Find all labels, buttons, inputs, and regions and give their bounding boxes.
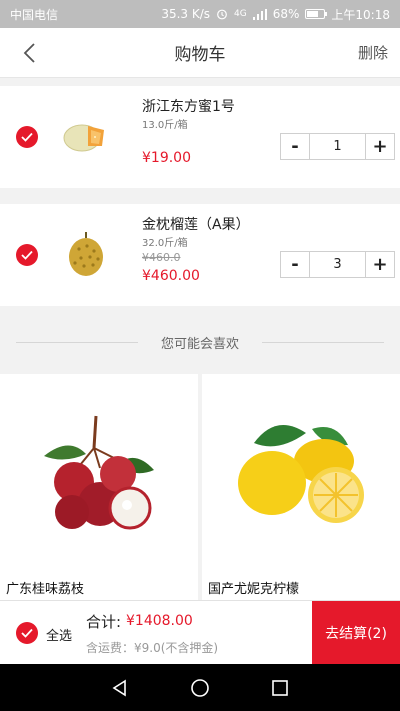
product-price: ¥19.00 — [142, 150, 191, 166]
item-checkbox[interactable] — [16, 244, 38, 266]
checkout-button[interactable]: 去结算(2) — [312, 601, 400, 665]
lychee-image — [44, 415, 154, 530]
product-image[interactable] — [202, 374, 400, 572]
chevron-left-icon — [23, 43, 35, 63]
page-title: 购物车 — [174, 45, 226, 65]
back-button[interactable] — [16, 40, 42, 66]
quantity-stepper: - 1 + — [280, 133, 395, 160]
battery-icon — [305, 9, 328, 19]
recommend-card[interactable]: 国产尤妮克柠檬 — [202, 374, 400, 604]
original-price: ¥460.0 — [142, 251, 181, 264]
increase-button[interactable]: + — [366, 134, 394, 159]
durian-image — [69, 232, 103, 276]
battery-percent: 68% — [272, 7, 300, 21]
item-checkbox[interactable] — [16, 126, 38, 148]
recents-square-icon[interactable] — [271, 679, 289, 697]
checkout-bar: 全选 合计: ¥1408.00 含运费：¥9.0(不含押金) 去结算(2) — [0, 600, 400, 665]
product-spec: 13.0斤/箱 — [142, 120, 188, 131]
product-name[interactable]: 金枕榴莲（A果） — [142, 214, 250, 234]
clock: 上午10:18 — [331, 7, 390, 22]
alarm-icon — [217, 9, 227, 20]
increase-button[interactable]: + — [366, 252, 394, 277]
checkmark-icon — [21, 628, 33, 638]
quantity-stepper: - 3 + — [280, 251, 395, 278]
divider — [16, 342, 138, 343]
select-all-label[interactable]: 全选 — [46, 625, 72, 644]
signal-label: 4G — [234, 9, 247, 19]
carrier-name: 中国电信 — [10, 7, 59, 22]
select-all-checkbox[interactable] — [16, 622, 38, 644]
quantity-value[interactable]: 3 — [309, 252, 366, 277]
recommend-title: 您可能会喜欢 — [150, 332, 249, 352]
total-amount: ¥1408.00 — [126, 613, 193, 629]
checkmark-icon — [21, 132, 33, 142]
recommend-header: 您可能会喜欢 — [0, 318, 400, 366]
decrease-button[interactable]: - — [281, 252, 309, 277]
divider — [262, 342, 384, 343]
status-bar: 中国电信 35.3 K/s 4G 68% 上午10:18 — [0, 0, 400, 28]
product-price: ¥460.00 — [142, 268, 200, 284]
lemon-image — [238, 425, 364, 523]
quantity-value[interactable]: 1 — [309, 134, 366, 159]
melon-image — [63, 124, 104, 152]
recommend-name[interactable]: 国产尤妮克柠檬 — [208, 578, 299, 597]
product-thumbnail[interactable] — [58, 226, 114, 282]
cart-item: 浙江东方蜜1号 13.0斤/箱 ¥19.00 - 1 + — [0, 86, 400, 188]
product-spec: 32.0斤/箱 — [142, 238, 188, 249]
total-label: 合计: — [86, 613, 122, 631]
delete-button[interactable]: 删除 — [358, 42, 388, 63]
home-circle-icon[interactable] — [190, 678, 210, 698]
signal-bars-icon — [252, 8, 267, 20]
product-name[interactable]: 浙江东方蜜1号 — [142, 96, 235, 116]
status-icons: 35.3 K/s 4G 68% 上午10:18 — [161, 6, 390, 23]
decrease-button[interactable]: - — [281, 134, 309, 159]
cart-item: 金枕榴莲（A果） 32.0斤/箱 ¥460.0 ¥460.00 - 3 + — [0, 204, 400, 306]
product-thumbnail[interactable] — [58, 108, 114, 164]
checkmark-icon — [21, 250, 33, 260]
recommend-name[interactable]: 广东桂味荔枝 — [6, 578, 84, 597]
shipping-note: 含运费：¥9.0(不含押金) — [86, 641, 219, 655]
network-speed: 35.3 K/s — [161, 7, 211, 21]
product-image[interactable] — [0, 374, 198, 572]
recommend-card[interactable]: 广东桂味荔枝 — [0, 374, 198, 604]
back-triangle-icon[interactable] — [111, 679, 129, 697]
system-nav-bar — [0, 664, 400, 711]
top-nav: 购物车 删除 — [0, 28, 400, 78]
